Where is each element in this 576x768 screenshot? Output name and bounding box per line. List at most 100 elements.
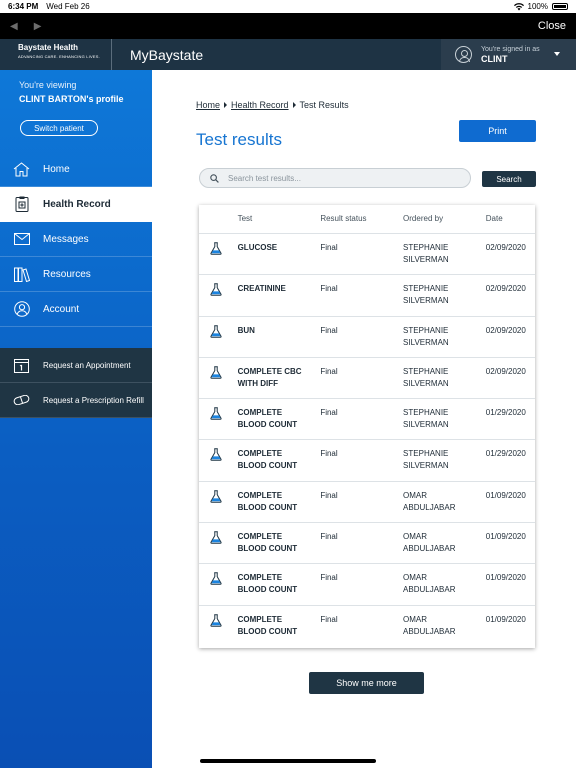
quick-link-label: Request an Appointment (43, 360, 131, 370)
cell-test[interactable]: COMPLETE CBC WITH DIFF (238, 366, 321, 390)
home-icon (13, 161, 30, 177)
sidebar-item-home[interactable]: Home (0, 152, 152, 187)
cell-test[interactable]: COMPLETE BLOOD COUNT (238, 407, 321, 431)
status-right: 100% (513, 2, 568, 11)
table-row[interactable]: COMPLETE CBC WITH DIFF Final STEPHANIE SILVE… (199, 358, 535, 400)
test-name-line: BLOOD COUNT (237, 544, 298, 554)
search-button[interactable]: Search (482, 171, 536, 187)
request-appointment-link[interactable]: Request an Appointment (0, 348, 152, 383)
sidebar: You're viewing CLINT BARTON's profile Sw… (0, 70, 152, 768)
browser-bar: ◀ ▶ Close (0, 13, 576, 39)
ordered-by-line: OMAR (403, 532, 428, 542)
column-header-test[interactable]: Test (238, 213, 321, 225)
table-row[interactable]: COMPLETE BLOOD COUNT Final OMAR ABDULJABAR 01… (199, 564, 535, 606)
switch-patient-button[interactable]: Switch patient (20, 120, 98, 136)
cell-date: 02/09/2020 (485, 325, 526, 335)
search-field[interactable] (199, 168, 471, 188)
cell-date: 01/09/2020 (485, 573, 526, 583)
print-button[interactable]: Print (459, 120, 536, 142)
cell-test[interactable]: COMPLETE BLOOD COUNT (238, 572, 321, 596)
ordered-by-line: SILVERMAN (403, 461, 449, 471)
sidebar-item-label: Home (43, 163, 70, 175)
show-more-button[interactable]: Show me more (309, 672, 424, 694)
cell-ordered-by: STEPHANIE SILVERMAN (403, 325, 486, 349)
sidebar-item-label: Account (43, 303, 80, 315)
logo-text: Baystate Health (18, 43, 79, 52)
ordered-by-line: SILVERMAN (403, 378, 449, 388)
close-button[interactable]: Close (538, 20, 566, 32)
ordered-by-line: STEPHANIE (403, 408, 449, 418)
sidebar-item-resources[interactable]: Resources (0, 257, 152, 292)
search-input[interactable] (228, 173, 448, 183)
cell-ordered-by: OMAR ABDULJABAR (403, 572, 486, 596)
sidebar-item-label: Messages (43, 233, 89, 245)
app-header: Baystate Health ADVANCING CARE. ENHANCIN… (0, 39, 576, 70)
ordered-by-line: OMAR (403, 490, 428, 500)
cell-test[interactable]: COMPLETE BLOOD COUNT (238, 531, 321, 555)
flask-icon (199, 242, 238, 257)
battery-icon (552, 3, 568, 10)
cell-date: 01/29/2020 (485, 449, 526, 459)
sidebar-item-account[interactable]: Account (0, 292, 152, 327)
flask-icon (199, 572, 238, 587)
column-header-ordered-by[interactable]: Ordered by (403, 213, 486, 225)
cell-test[interactable]: BUN (238, 325, 321, 337)
column-header-status[interactable]: Result status (320, 213, 403, 225)
cell-test[interactable]: COMPLETE BLOOD COUNT (238, 490, 321, 514)
ordered-by-line: ABDULJABAR (403, 626, 456, 636)
table-row[interactable]: COMPLETE BLOOD COUNT Final STEPHANIE SILVERM… (199, 440, 535, 482)
breadcrumb-home-link[interactable]: Home (196, 100, 220, 110)
ordered-by-line: OMAR (403, 614, 428, 624)
ordered-by-line: STEPHANIE (403, 284, 449, 294)
main-content: Home Health Record Test Results Test res… (152, 70, 576, 768)
ordered-by-line: OMAR (403, 573, 428, 583)
forward-arrow-icon[interactable]: ▶ (34, 21, 42, 32)
ordered-by-line: ABDULJABAR (403, 585, 456, 595)
ordered-by-line: STEPHANIE (403, 366, 449, 376)
quick-link-label: Request a Prescription Refill (43, 395, 144, 405)
table-row[interactable]: COMPLETE BLOOD COUNT Final OMAR ABDULJABAR 01… (199, 606, 535, 647)
home-indicator (200, 759, 376, 763)
sidebar-item-health-record[interactable]: Health Record (0, 187, 152, 222)
cell-test[interactable]: CREATININE (238, 283, 321, 295)
ordered-by-line: ABDULJABAR (403, 502, 456, 512)
table-row[interactable]: COMPLETE BLOOD COUNT Final OMAR ABDULJABAR 01… (199, 482, 535, 524)
flask-icon (199, 407, 238, 422)
account-menu[interactable]: You're signed in as CLINT (441, 39, 576, 70)
viewing-profile: You're viewing CLINT BARTON's profile (0, 70, 152, 104)
logo-tagline: ADVANCING CARE. ENHANCING LIVES. (18, 54, 100, 59)
table-row[interactable]: COMPLETE BLOOD COUNT Final STEPHANIE SILVERM… (199, 399, 535, 441)
back-arrow-icon[interactable]: ◀ (10, 21, 18, 32)
table-row[interactable]: CREATININE Final STEPHANIE SILVERMAN 02/09/2… (199, 275, 535, 317)
sidebar-item-label: Resources (43, 268, 91, 280)
sidebar-item-messages[interactable]: Messages (0, 222, 152, 257)
cell-date: 01/09/2020 (485, 490, 526, 500)
cell-test[interactable]: GLUCOSE (238, 242, 321, 254)
cell-ordered-by: STEPHANIE SILVERMAN (403, 242, 486, 266)
test-name-line: BLOOD COUNT (237, 585, 298, 595)
column-header-date[interactable]: Date (486, 213, 535, 225)
cell-test[interactable]: COMPLETE BLOOD COUNT (238, 448, 321, 472)
breadcrumb-current: Test Results (299, 100, 349, 110)
cell-status: Final (320, 490, 338, 500)
signed-in-name: CLINT (481, 53, 508, 64)
chevron-down-icon (554, 52, 560, 56)
status-bar: 6:34 PM Wed Feb 26 100% (0, 0, 576, 13)
flask-icon (199, 531, 238, 546)
user-icon (13, 301, 30, 317)
table-row[interactable]: BUN Final STEPHANIE SILVERMAN 02/09/2020 (199, 317, 535, 358)
flask-icon (199, 283, 238, 298)
cell-test[interactable]: COMPLETE BLOOD COUNT (238, 614, 321, 638)
flask-icon (199, 490, 238, 505)
baystate-logo[interactable]: Baystate Health ADVANCING CARE. ENHANCIN… (0, 39, 112, 70)
table-body: GLUCOSE Final STEPHANIE SILVERMAN 02/09/2020… (199, 234, 535, 647)
flask-icon (199, 366, 238, 381)
ordered-by-line: ABDULJABAR (403, 544, 456, 554)
ordered-by-line: SILVERMAN (403, 420, 449, 430)
breadcrumb-health-record-link[interactable]: Health Record (231, 100, 289, 110)
test-name-line: COMPLETE (237, 490, 283, 500)
request-refill-link[interactable]: Request a Prescription Refill (0, 383, 152, 418)
test-name-line: COMPLETE (237, 614, 283, 624)
table-row[interactable]: GLUCOSE Final STEPHANIE SILVERMAN 02/09/2020 (199, 234, 535, 276)
table-row[interactable]: COMPLETE BLOOD COUNT Final OMAR ABDULJABAR 01… (199, 523, 535, 565)
